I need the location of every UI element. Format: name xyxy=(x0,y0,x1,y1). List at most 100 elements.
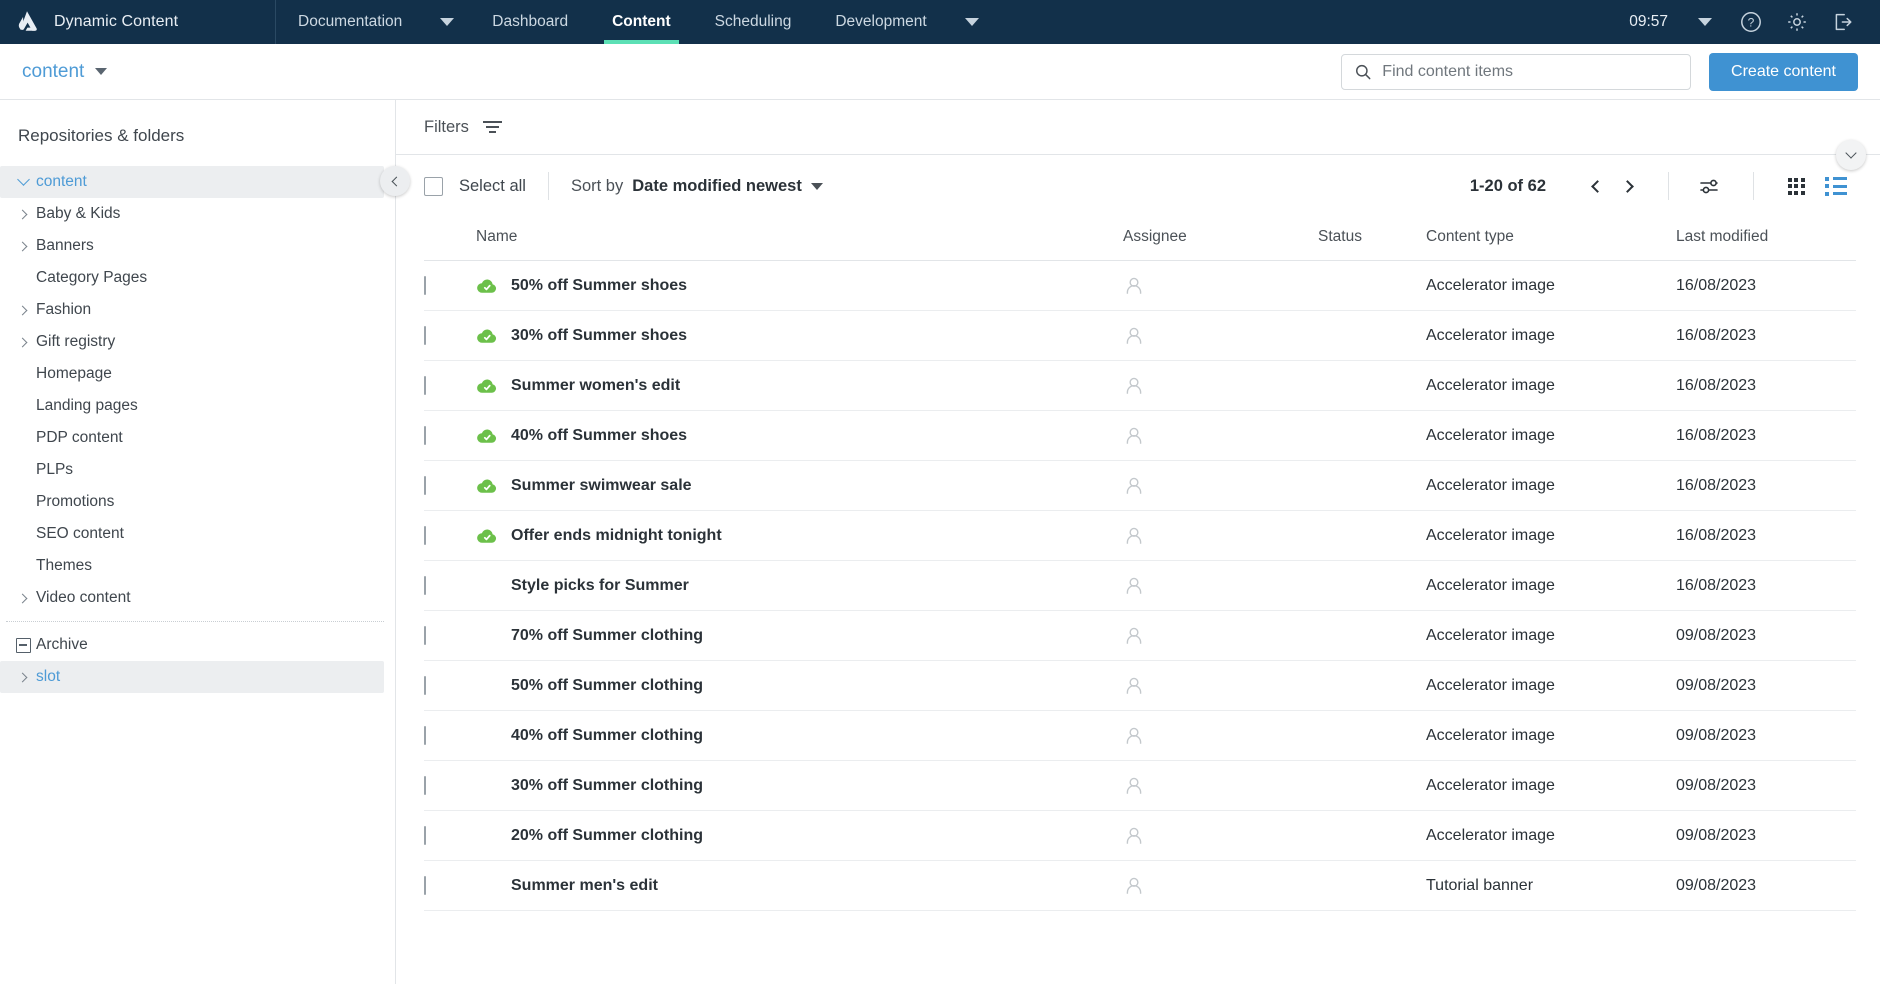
chevron-right-icon[interactable] xyxy=(10,241,36,251)
tab-development[interactable]: Development xyxy=(813,0,948,44)
row-checkbox[interactable] xyxy=(424,625,426,645)
tree-item-content[interactable]: content xyxy=(0,166,384,198)
table-row[interactable]: Style picks for Summer Accelerator image 1… xyxy=(424,560,1856,611)
create-content-button[interactable]: Create content xyxy=(1709,52,1858,91)
row-checkbox[interactable] xyxy=(424,575,426,595)
row-select-cell[interactable] xyxy=(424,710,476,761)
table-row[interactable]: Summer swimwear sale Accelerator image 16/… xyxy=(424,460,1856,511)
row-checkbox[interactable] xyxy=(424,675,426,695)
chevron-right-icon[interactable] xyxy=(10,305,36,315)
table-row[interactable]: Summer women's edit Accelerator image 16/0… xyxy=(424,360,1856,411)
row-name-cell[interactable]: 70% off Summer clothing xyxy=(476,610,1123,661)
tree-item-pdp-content[interactable]: PDP content xyxy=(0,422,384,454)
row-assignee-cell[interactable] xyxy=(1123,510,1318,561)
table-row[interactable]: 50% off Summer clothing Accelerator image… xyxy=(424,660,1856,711)
brand-area[interactable]: Dynamic Content xyxy=(0,0,276,44)
row-assignee-cell[interactable] xyxy=(1123,660,1318,711)
list-settings-button[interactable] xyxy=(1691,169,1731,203)
row-select-cell[interactable] xyxy=(424,260,476,311)
row-name-cell[interactable]: 30% off Summer clothing xyxy=(476,760,1123,811)
row-checkbox[interactable] xyxy=(424,875,426,895)
account-dropdown-button[interactable] xyxy=(1682,0,1728,44)
tree-item-plps[interactable]: PLPs xyxy=(0,454,384,486)
row-name-cell[interactable]: Summer women's edit xyxy=(476,360,1123,411)
row-name-cell[interactable]: Offer ends midnight tonight xyxy=(476,510,1123,561)
row-name-cell[interactable]: Summer men's edit xyxy=(476,860,1123,911)
tab-scheduling[interactable]: Scheduling xyxy=(693,0,814,44)
row-assignee-cell[interactable] xyxy=(1123,860,1318,911)
filters-label[interactable]: Filters xyxy=(424,118,469,137)
chevron-right-icon[interactable] xyxy=(10,672,36,682)
row-checkbox[interactable] xyxy=(424,275,426,295)
sort-value[interactable]: Date modified newest xyxy=(632,177,802,196)
row-assignee-cell[interactable] xyxy=(1123,360,1318,411)
search-input[interactable] xyxy=(1382,62,1679,81)
list-view-button[interactable] xyxy=(1816,169,1856,203)
tree-item-banners[interactable]: Banners xyxy=(0,230,384,262)
row-select-cell[interactable] xyxy=(424,460,476,511)
tab-documentation[interactable]: Documentation xyxy=(276,0,424,44)
table-row[interactable]: 40% off Summer clothing Accelerator image… xyxy=(424,710,1856,761)
row-select-cell[interactable] xyxy=(424,510,476,561)
row-select-cell[interactable] xyxy=(424,660,476,711)
tree-item-fashion[interactable]: Fashion xyxy=(0,294,384,326)
filter-icon[interactable] xyxy=(482,121,502,133)
row-assignee-cell[interactable] xyxy=(1123,760,1318,811)
row-select-cell[interactable] xyxy=(424,310,476,361)
row-assignee-cell[interactable] xyxy=(1123,710,1318,761)
tree-item-homepage[interactable]: Homepage xyxy=(0,358,384,390)
previous-page-button[interactable] xyxy=(1578,169,1612,203)
row-select-cell[interactable] xyxy=(424,860,476,911)
filter-panel-expand-button[interactable] xyxy=(1836,140,1866,170)
help-button[interactable]: ? xyxy=(1728,0,1774,44)
row-name-cell[interactable]: 40% off Summer shoes xyxy=(476,410,1123,461)
row-checkbox[interactable] xyxy=(424,525,426,545)
chevron-down-icon[interactable] xyxy=(10,173,36,186)
row-name-cell[interactable]: Style picks for Summer xyxy=(476,560,1123,611)
row-name-cell[interactable]: 50% off Summer clothing xyxy=(476,660,1123,711)
table-row[interactable]: 70% off Summer clothing Accelerator image… xyxy=(424,610,1856,661)
row-checkbox[interactable] xyxy=(424,375,426,395)
row-checkbox[interactable] xyxy=(424,725,426,745)
row-select-cell[interactable] xyxy=(424,810,476,861)
tab-dashboard[interactable]: Dashboard xyxy=(470,0,590,44)
row-assignee-cell[interactable] xyxy=(1123,410,1318,461)
table-row[interactable]: 50% off Summer shoes Accelerator image 16/… xyxy=(424,260,1856,311)
row-select-cell[interactable] xyxy=(424,360,476,411)
table-row[interactable]: Offer ends midnight tonight Accelerator i… xyxy=(424,510,1856,561)
tree-item-promotions[interactable]: Promotions xyxy=(0,486,384,518)
repository-selector[interactable]: content xyxy=(0,61,108,83)
table-row[interactable]: 40% off Summer shoes Accelerator image 16/… xyxy=(424,410,1856,461)
row-checkbox[interactable] xyxy=(424,425,426,445)
tree-item-archive[interactable]: Archive xyxy=(0,629,384,661)
select-all-control[interactable]: Select all xyxy=(424,176,526,196)
documentation-dropdown-caret[interactable] xyxy=(424,0,470,44)
row-checkbox[interactable] xyxy=(424,825,426,845)
tree-item-themes[interactable]: Themes xyxy=(0,550,384,582)
table-row[interactable]: 30% off Summer shoes Accelerator image 16/… xyxy=(424,310,1856,361)
logout-button[interactable] xyxy=(1820,0,1866,44)
settings-button[interactable] xyxy=(1774,0,1820,44)
row-assignee-cell[interactable] xyxy=(1123,460,1318,511)
row-assignee-cell[interactable] xyxy=(1123,810,1318,861)
sort-control[interactable]: Sort by Date modified newest xyxy=(571,177,823,196)
box-minus-icon[interactable] xyxy=(10,637,36,653)
tree-item-landing-pages[interactable]: Landing pages xyxy=(0,390,384,422)
development-dropdown-caret[interactable] xyxy=(949,0,995,44)
chevron-right-icon[interactable] xyxy=(10,593,36,603)
row-select-cell[interactable] xyxy=(424,760,476,811)
tree-item-video-content[interactable]: Video content xyxy=(0,582,384,614)
row-checkbox[interactable] xyxy=(424,325,426,345)
chevron-right-icon[interactable] xyxy=(10,209,36,219)
row-name-cell[interactable]: 30% off Summer shoes xyxy=(476,310,1123,361)
table-row[interactable]: 30% off Summer clothing Accelerator image… xyxy=(424,760,1856,811)
next-page-button[interactable] xyxy=(1612,169,1646,203)
row-name-cell[interactable]: Summer swimwear sale xyxy=(476,460,1123,511)
table-row[interactable]: Summer men's edit Tutorial banner 09/08/20… xyxy=(424,860,1856,911)
table-row[interactable]: 20% off Summer clothing Accelerator image… xyxy=(424,810,1856,861)
tab-content[interactable]: Content xyxy=(590,0,693,44)
tree-item-seo-content[interactable]: SEO content xyxy=(0,518,384,550)
tree-item-slot[interactable]: slot xyxy=(0,661,384,693)
row-select-cell[interactable] xyxy=(424,410,476,461)
search-box[interactable] xyxy=(1341,53,1692,90)
